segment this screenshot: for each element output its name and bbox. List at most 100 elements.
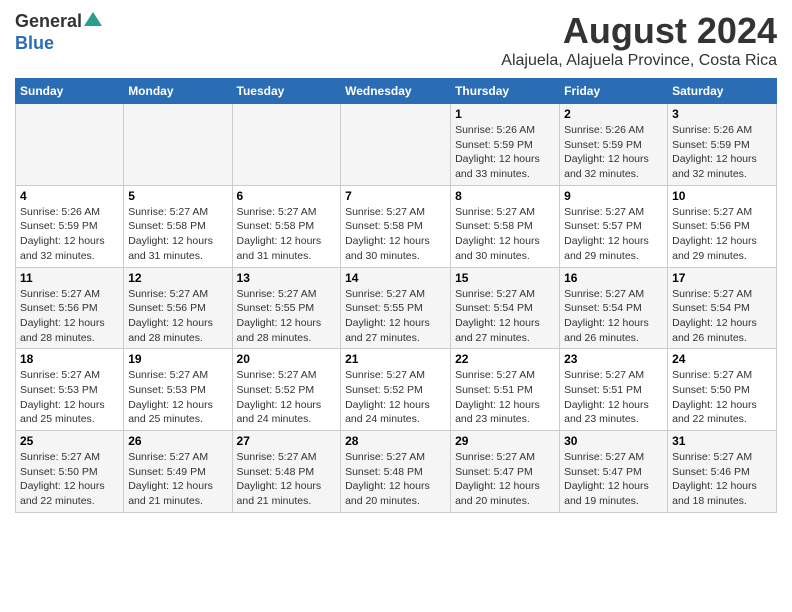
calendar-cell — [16, 104, 124, 186]
calendar-cell: 24 Sunrise: 5:27 AM Sunset: 5:50 PM Dayli… — [668, 349, 777, 431]
day-info: Sunrise: 5:27 AM Sunset: 5:58 PM Dayligh… — [128, 205, 227, 264]
calendar-cell: 11 Sunrise: 5:27 AM Sunset: 5:56 PM Dayli… — [16, 267, 124, 349]
day-number: 7 — [345, 189, 446, 203]
day-info: Sunrise: 5:27 AM Sunset: 5:57 PM Dayligh… — [564, 205, 663, 264]
day-number: 29 — [455, 434, 555, 448]
calendar-cell: 14 Sunrise: 5:27 AM Sunset: 5:55 PM Dayli… — [341, 267, 451, 349]
header-day-tuesday: Tuesday — [232, 79, 341, 104]
day-info: Sunrise: 5:27 AM Sunset: 5:54 PM Dayligh… — [672, 287, 772, 346]
day-info: Sunrise: 5:26 AM Sunset: 5:59 PM Dayligh… — [20, 205, 119, 264]
calendar-cell: 18 Sunrise: 5:27 AM Sunset: 5:53 PM Dayli… — [16, 349, 124, 431]
day-info: Sunrise: 5:26 AM Sunset: 5:59 PM Dayligh… — [455, 123, 555, 182]
day-info: Sunrise: 5:27 AM Sunset: 5:53 PM Dayligh… — [128, 368, 227, 427]
day-number: 20 — [237, 352, 337, 366]
day-number: 14 — [345, 271, 446, 285]
day-info: Sunrise: 5:27 AM Sunset: 5:53 PM Dayligh… — [20, 368, 119, 427]
calendar-cell: 1Sunrise: 5:26 AM Sunset: 5:59 PM Daylig… — [451, 104, 560, 186]
page-header: General Blue August 2024 Alajuela, Alaju… — [15, 10, 777, 70]
day-info: Sunrise: 5:27 AM Sunset: 5:47 PM Dayligh… — [564, 450, 663, 509]
calendar-cell: 20 Sunrise: 5:27 AM Sunset: 5:52 PM Dayli… — [232, 349, 341, 431]
calendar-week-row: 11 Sunrise: 5:27 AM Sunset: 5:56 PM Dayli… — [16, 267, 777, 349]
calendar-table: SundayMondayTuesdayWednesdayThursdayFrid… — [15, 78, 777, 513]
day-info: Sunrise: 5:27 AM Sunset: 5:46 PM Dayligh… — [672, 450, 772, 509]
day-number: 17 — [672, 271, 772, 285]
header-day-thursday: Thursday — [451, 79, 560, 104]
logo-general: General — [15, 11, 82, 32]
calendar-cell: 12 Sunrise: 5:27 AM Sunset: 5:56 PM Dayli… — [124, 267, 232, 349]
calendar-cell: 16 Sunrise: 5:27 AM Sunset: 5:54 PM Dayli… — [560, 267, 668, 349]
day-number: 31 — [672, 434, 772, 448]
day-info: Sunrise: 5:27 AM Sunset: 5:56 PM Dayligh… — [128, 287, 227, 346]
calendar-cell: 25Sunrise: 5:27 AM Sunset: 5:50 PM Dayli… — [16, 431, 124, 513]
day-number: 6 — [237, 189, 337, 203]
day-info: Sunrise: 5:27 AM Sunset: 5:54 PM Dayligh… — [564, 287, 663, 346]
day-number: 26 — [128, 434, 227, 448]
header-day-wednesday: Wednesday — [341, 79, 451, 104]
day-info: Sunrise: 5:27 AM Sunset: 5:55 PM Dayligh… — [237, 287, 337, 346]
day-info: Sunrise: 5:26 AM Sunset: 5:59 PM Dayligh… — [672, 123, 772, 182]
day-number: 9 — [564, 189, 663, 203]
day-info: Sunrise: 5:27 AM Sunset: 5:50 PM Dayligh… — [672, 368, 772, 427]
calendar-cell: 27 Sunrise: 5:27 AM Sunset: 5:48 PM Dayli… — [232, 431, 341, 513]
calendar-cell: 15Sunrise: 5:27 AM Sunset: 5:54 PM Dayli… — [451, 267, 560, 349]
day-number: 30 — [564, 434, 663, 448]
day-number: 27 — [237, 434, 337, 448]
calendar-cell: 4 Sunrise: 5:26 AM Sunset: 5:59 PM Daylig… — [16, 185, 124, 267]
day-info: Sunrise: 5:27 AM Sunset: 5:47 PM Dayligh… — [455, 450, 555, 509]
day-number: 22 — [455, 352, 555, 366]
calendar-cell: 31 Sunrise: 5:27 AM Sunset: 5:46 PM Dayli… — [668, 431, 777, 513]
calendar-cell: 9 Sunrise: 5:27 AM Sunset: 5:57 PM Daylig… — [560, 185, 668, 267]
calendar-cell: 21 Sunrise: 5:27 AM Sunset: 5:52 PM Dayli… — [341, 349, 451, 431]
day-info: Sunrise: 5:27 AM Sunset: 5:51 PM Dayligh… — [455, 368, 555, 427]
header-day-sunday: Sunday — [16, 79, 124, 104]
day-number: 11 — [20, 271, 119, 285]
day-info: Sunrise: 5:27 AM Sunset: 5:54 PM Dayligh… — [455, 287, 555, 346]
calendar-cell — [232, 104, 341, 186]
day-info: Sunrise: 5:27 AM Sunset: 5:58 PM Dayligh… — [345, 205, 446, 264]
day-number: 16 — [564, 271, 663, 285]
day-info: Sunrise: 5:27 AM Sunset: 5:56 PM Dayligh… — [20, 287, 119, 346]
calendar-cell — [124, 104, 232, 186]
day-number: 24 — [672, 352, 772, 366]
calendar-week-row: 18 Sunrise: 5:27 AM Sunset: 5:53 PM Dayli… — [16, 349, 777, 431]
calendar-cell: 28 Sunrise: 5:27 AM Sunset: 5:48 PM Dayli… — [341, 431, 451, 513]
logo: General Blue — [15, 10, 102, 54]
day-info: Sunrise: 5:27 AM Sunset: 5:51 PM Dayligh… — [564, 368, 663, 427]
day-info: Sunrise: 5:27 AM Sunset: 5:58 PM Dayligh… — [237, 205, 337, 264]
day-number: 2 — [564, 107, 663, 121]
day-info: Sunrise: 5:27 AM Sunset: 5:52 PM Dayligh… — [237, 368, 337, 427]
location-title: Alajuela, Alajuela Province, Costa Rica — [501, 52, 777, 70]
calendar-cell: 7 Sunrise: 5:27 AM Sunset: 5:58 PM Daylig… — [341, 185, 451, 267]
day-number: 18 — [20, 352, 119, 366]
day-info: Sunrise: 5:27 AM Sunset: 5:48 PM Dayligh… — [345, 450, 446, 509]
calendar-week-row: 1Sunrise: 5:26 AM Sunset: 5:59 PM Daylig… — [16, 104, 777, 186]
day-number: 19 — [128, 352, 227, 366]
month-year-title: August 2024 — [501, 10, 777, 52]
calendar-week-row: 4 Sunrise: 5:26 AM Sunset: 5:59 PM Daylig… — [16, 185, 777, 267]
day-number: 3 — [672, 107, 772, 121]
day-number: 12 — [128, 271, 227, 285]
calendar-cell: 2Sunrise: 5:26 AM Sunset: 5:59 PM Daylig… — [560, 104, 668, 186]
calendar-header-row: SundayMondayTuesdayWednesdayThursdayFrid… — [16, 79, 777, 104]
calendar-cell: 17 Sunrise: 5:27 AM Sunset: 5:54 PM Dayli… — [668, 267, 777, 349]
day-info: Sunrise: 5:27 AM Sunset: 5:55 PM Dayligh… — [345, 287, 446, 346]
day-info: Sunrise: 5:27 AM Sunset: 5:56 PM Dayligh… — [672, 205, 772, 264]
calendar-cell: 5 Sunrise: 5:27 AM Sunset: 5:58 PM Daylig… — [124, 185, 232, 267]
day-number: 4 — [20, 189, 119, 203]
day-info: Sunrise: 5:27 AM Sunset: 5:48 PM Dayligh… — [237, 450, 337, 509]
calendar-cell: 22 Sunrise: 5:27 AM Sunset: 5:51 PM Dayli… — [451, 349, 560, 431]
day-info: Sunrise: 5:27 AM Sunset: 5:58 PM Dayligh… — [455, 205, 555, 264]
calendar-week-row: 25Sunrise: 5:27 AM Sunset: 5:50 PM Dayli… — [16, 431, 777, 513]
day-info: Sunrise: 5:27 AM Sunset: 5:52 PM Dayligh… — [345, 368, 446, 427]
calendar-cell: 6 Sunrise: 5:27 AM Sunset: 5:58 PM Daylig… — [232, 185, 341, 267]
calendar-cell: 10Sunrise: 5:27 AM Sunset: 5:56 PM Dayli… — [668, 185, 777, 267]
calendar-cell: 23Sunrise: 5:27 AM Sunset: 5:51 PM Dayli… — [560, 349, 668, 431]
calendar-cell — [341, 104, 451, 186]
header-day-monday: Monday — [124, 79, 232, 104]
day-number: 28 — [345, 434, 446, 448]
calendar-cell: 30 Sunrise: 5:27 AM Sunset: 5:47 PM Dayli… — [560, 431, 668, 513]
day-number: 21 — [345, 352, 446, 366]
day-number: 5 — [128, 189, 227, 203]
calendar-cell: 19 Sunrise: 5:27 AM Sunset: 5:53 PM Dayli… — [124, 349, 232, 431]
logo-blue: Blue — [15, 33, 54, 54]
